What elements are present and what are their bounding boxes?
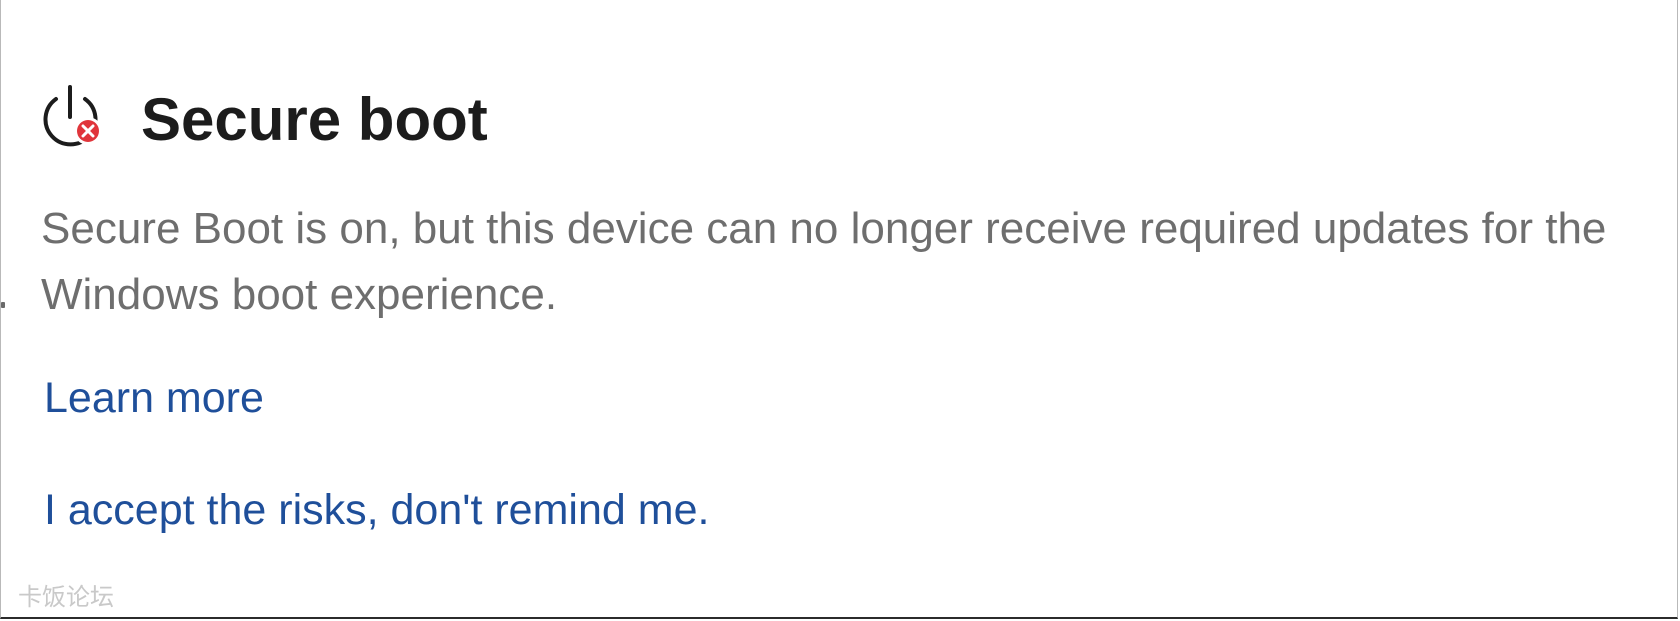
edge-marker xyxy=(1,302,5,308)
status-description: Secure Boot is on, but this device can n… xyxy=(41,204,1607,319)
forum-watermark: 卡饭论坛 xyxy=(18,583,114,611)
accept-risks-link[interactable]: I accept the risks, don't remind me. xyxy=(44,482,709,538)
power-error-icon xyxy=(42,85,106,153)
learn-more-link[interactable]: Learn more xyxy=(44,370,264,426)
page-title: Secure boot xyxy=(141,86,488,153)
secure-boot-panel: Secure boot Secure Boot is on, but this … xyxy=(0,0,1678,619)
